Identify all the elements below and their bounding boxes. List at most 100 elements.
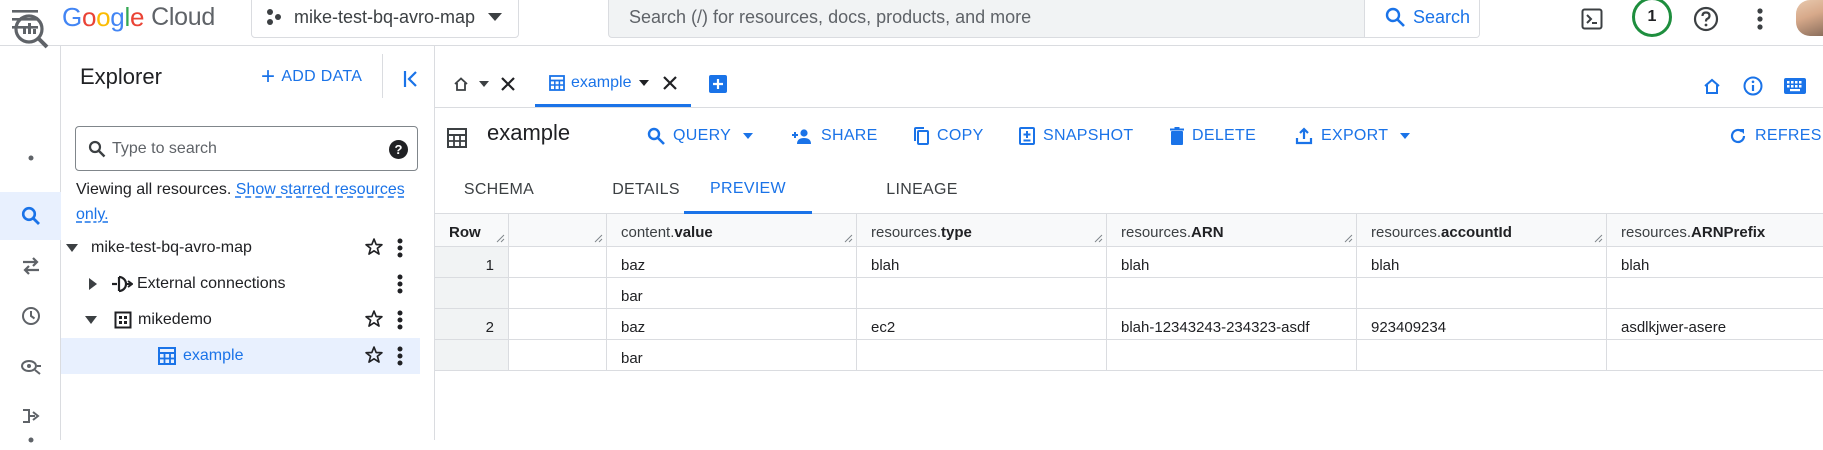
tree-item-dataset[interactable]: mikedemo bbox=[61, 302, 420, 338]
star-icon[interactable] bbox=[364, 309, 384, 329]
cell-content-value[interactable]: baz bbox=[607, 247, 857, 278]
top-bar: Google Cloud mike-test-bq-avro-map Searc… bbox=[0, 0, 1823, 46]
cell-resources-accountid[interactable]: blah bbox=[1357, 247, 1607, 278]
tab-example[interactable]: example bbox=[535, 61, 691, 107]
cell-resources-arn[interactable]: blah-12343243-234323-asdf bbox=[1107, 309, 1357, 340]
rail-analytics-hub-icon[interactable] bbox=[0, 342, 61, 390]
close-icon[interactable] bbox=[501, 77, 515, 91]
main-workspace: example example QUERY SHARE COPY SNAPSHO… bbox=[435, 46, 1823, 440]
cell-content-value[interactable]: baz bbox=[607, 309, 857, 340]
table-header-resources-arn[interactable]: resources.ARN bbox=[1107, 214, 1357, 247]
chevron-down-icon[interactable] bbox=[85, 316, 97, 324]
add-data-button[interactable]: + ADD DATA bbox=[261, 64, 362, 90]
help-icon[interactable] bbox=[1688, 2, 1724, 36]
copy-button[interactable]: COPY bbox=[913, 122, 984, 150]
chevron-down-icon bbox=[1400, 133, 1411, 139]
more-actions-icon[interactable] bbox=[397, 274, 403, 294]
explorer-divider bbox=[382, 54, 383, 98]
cell-content-value[interactable]: bar bbox=[607, 278, 857, 309]
bigquery-logo-icon[interactable] bbox=[0, 0, 61, 62]
cell-content-value[interactable]: bar bbox=[607, 340, 857, 371]
header-arn-field: ARN bbox=[1191, 224, 1224, 241]
export-button[interactable]: EXPORT bbox=[1295, 122, 1418, 150]
explorer-search: ? bbox=[75, 126, 418, 171]
tab-home[interactable] bbox=[453, 61, 515, 107]
rail-dot-icon bbox=[0, 146, 61, 170]
delete-button[interactable]: DELETE bbox=[1170, 122, 1256, 150]
query-button[interactable]: QUERY bbox=[647, 122, 761, 150]
more-actions-icon[interactable] bbox=[397, 238, 403, 258]
rail-search-icon[interactable] bbox=[0, 192, 61, 240]
snapshot-button[interactable]: SNAPSHOT bbox=[1019, 122, 1133, 150]
viewing-text: Viewing all resources. bbox=[76, 181, 232, 198]
resize-grip-icon[interactable] bbox=[1344, 234, 1353, 243]
cell-resources-arnprefix[interactable]: asdlkjwer-asere bbox=[1607, 309, 1823, 340]
explorer-search-input[interactable] bbox=[112, 127, 372, 170]
resize-grip-icon[interactable] bbox=[496, 234, 505, 243]
tab-lineage[interactable]: LINEAGE bbox=[833, 166, 1011, 214]
header-arnprefix-field: ARNPrefix bbox=[1691, 224, 1766, 241]
table-header-resources-type[interactable]: resources.type bbox=[857, 214, 1107, 247]
explorer-title: Explorer bbox=[80, 64, 162, 89]
rail-transfers-icon[interactable] bbox=[0, 242, 61, 290]
more-options-icon[interactable] bbox=[1742, 2, 1778, 36]
resize-grip-icon[interactable] bbox=[844, 234, 853, 243]
header-account-field: accountId bbox=[1441, 224, 1512, 241]
more-actions-icon[interactable] bbox=[397, 310, 403, 330]
table-header-row-number[interactable]: Row bbox=[435, 214, 509, 247]
snapshot-icon bbox=[1019, 127, 1035, 145]
viewing-resources-text: Viewing all resources. Show starred reso… bbox=[76, 177, 421, 227]
search-help-icon[interactable]: ? bbox=[389, 140, 408, 159]
collapse-panel-icon[interactable] bbox=[396, 64, 426, 94]
close-icon[interactable] bbox=[663, 75, 678, 90]
tree-item-project[interactable]: mike-test-bq-avro-map bbox=[61, 230, 420, 266]
row-number-1-sub bbox=[435, 278, 509, 309]
resize-grip-icon[interactable] bbox=[1094, 234, 1103, 243]
keyboard-icon[interactable] bbox=[1782, 73, 1808, 99]
chevron-down-icon[interactable] bbox=[479, 81, 489, 87]
header-arn-prefix: resources. bbox=[1121, 224, 1192, 241]
table-cell bbox=[1107, 278, 1357, 309]
cloud-shell-icon[interactable] bbox=[1574, 2, 1610, 36]
star-icon[interactable] bbox=[364, 237, 384, 257]
google-cloud-logo[interactable]: Google Cloud bbox=[62, 0, 215, 34]
info-icon[interactable] bbox=[1740, 73, 1766, 99]
cell-resources-accountid[interactable]: 923409234 bbox=[1357, 309, 1607, 340]
tab-preview[interactable]: PREVIEW bbox=[684, 166, 812, 214]
chevron-down-icon[interactable] bbox=[66, 244, 78, 252]
chevron-right-icon[interactable] bbox=[89, 278, 97, 290]
tree-item-table[interactable]: example bbox=[61, 338, 420, 374]
cell-resources-type[interactable]: ec2 bbox=[857, 309, 1107, 340]
search-button[interactable]: Search bbox=[1364, 0, 1479, 37]
table-cell bbox=[1357, 278, 1607, 309]
tree-item-external-connections[interactable]: External connections bbox=[61, 266, 420, 302]
star-icon[interactable] bbox=[364, 345, 384, 365]
header-arnprefix-prefix: resources. bbox=[1621, 224, 1692, 241]
more-actions-icon[interactable] bbox=[397, 346, 403, 366]
table-header-content-value[interactable]: content.value bbox=[607, 214, 857, 247]
project-picker[interactable]: mike-test-bq-avro-map bbox=[251, 0, 519, 38]
resize-grip-icon[interactable] bbox=[594, 234, 603, 243]
table-cell bbox=[1607, 340, 1823, 371]
share-button[interactable]: SHARE bbox=[791, 122, 878, 150]
cell-resources-arnprefix[interactable]: blah bbox=[1607, 247, 1823, 278]
table-header-resources-accountid[interactable]: resources.accountId bbox=[1357, 214, 1607, 247]
resize-grip-icon[interactable] bbox=[1594, 234, 1603, 243]
notification-badge[interactable]: 1 bbox=[1632, 0, 1672, 37]
cell-resources-arn[interactable]: blah bbox=[1107, 247, 1357, 278]
table-cell bbox=[857, 278, 1107, 309]
global-search-input[interactable] bbox=[609, 0, 1364, 37]
share-person-icon bbox=[792, 129, 811, 144]
cell-resources-type[interactable]: blah bbox=[857, 247, 1107, 278]
table-header-resources-arnprefix[interactable]: resources.ARNPrefix bbox=[1607, 214, 1823, 247]
home-shortcut-icon[interactable] bbox=[1699, 73, 1725, 99]
new-tab-button[interactable] bbox=[709, 61, 727, 107]
table-cell bbox=[1357, 340, 1607, 371]
rail-history-icon[interactable] bbox=[0, 292, 61, 340]
tab-schema[interactable]: SCHEMA bbox=[435, 166, 563, 214]
global-search: Search bbox=[608, 0, 1480, 38]
refresh-button[interactable]: REFRESH bbox=[1729, 122, 1823, 150]
search-icon bbox=[647, 127, 665, 145]
avatar[interactable] bbox=[1796, 0, 1823, 36]
chevron-down-icon[interactable] bbox=[639, 79, 650, 86]
